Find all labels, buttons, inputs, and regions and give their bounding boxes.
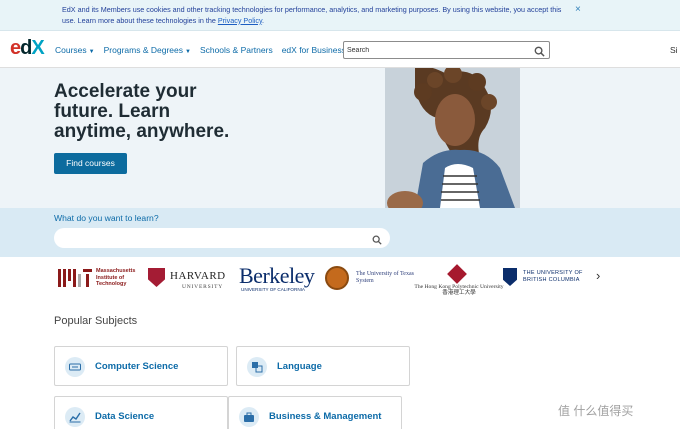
hero-photo bbox=[385, 68, 520, 208]
privacy-policy-link[interactable]: Privacy Policy bbox=[218, 16, 262, 25]
chevron-down-icon: ▼ bbox=[184, 49, 191, 55]
nav-courses-label: Courses bbox=[55, 45, 87, 55]
learn-search[interactable] bbox=[54, 228, 390, 248]
find-courses-button[interactable]: Find courses bbox=[54, 153, 127, 174]
hero-title: Accelerate your future. Learn anytime, a… bbox=[54, 82, 254, 142]
ubc-crest-icon bbox=[503, 268, 517, 286]
harvard-name: HARVARD bbox=[170, 270, 226, 282]
texas-seal-icon bbox=[325, 266, 349, 290]
chart-icon bbox=[65, 407, 85, 427]
edx-homepage: EdX and its Members use cookies and othe… bbox=[0, 0, 680, 429]
chevron-right-icon[interactable]: › bbox=[596, 268, 600, 283]
hero-section: Accelerate your future. Learn anytime, a… bbox=[0, 68, 680, 208]
subject-card-business-management[interactable]: Business & Management bbox=[228, 396, 402, 429]
berkeley-sub: UNIVERSITY OF CALIFORNIA bbox=[241, 287, 305, 292]
popular-subjects-title: Popular Subjects bbox=[54, 315, 138, 327]
ubc-text: THE UNIVERSITY OF BRITISH COLUMBIA bbox=[523, 270, 583, 283]
cookie-banner: EdX and its Members use cookies and othe… bbox=[0, 0, 680, 31]
nav-programs-label: Programs & Degrees bbox=[103, 45, 183, 55]
nav-schools-partners[interactable]: Schools & Partners bbox=[200, 45, 273, 55]
subject-card-data-science[interactable]: Data Science bbox=[54, 396, 228, 429]
mit-mark bbox=[58, 269, 92, 287]
chevron-down-icon: ▼ bbox=[88, 49, 95, 55]
hero-title-line: future. Learn bbox=[54, 101, 171, 122]
texas-text: The University of Texas System bbox=[356, 271, 414, 284]
watermark: 值 什么值得买 bbox=[558, 404, 634, 418]
header-search[interactable] bbox=[343, 41, 550, 59]
nav-courses[interactable]: Courses ▼ bbox=[55, 45, 95, 55]
sign-in-link[interactable]: Si bbox=[670, 45, 678, 55]
main-nav: Courses ▼ Programs & Degrees ▼ Schools & P… bbox=[55, 45, 355, 55]
subject-label: Computer Science bbox=[95, 361, 179, 372]
learn-search-input[interactable] bbox=[64, 232, 364, 244]
site-header: edX Courses ▼ Programs & Degrees ▼ Schools… bbox=[0, 31, 680, 68]
mit-text: Massachusetts Institute of Technology bbox=[96, 268, 136, 287]
hero-title-line: Accelerate your bbox=[54, 81, 197, 102]
header-search-input[interactable] bbox=[347, 44, 527, 56]
translate-icon bbox=[247, 357, 267, 377]
nav-programs[interactable]: Programs & Degrees ▼ bbox=[104, 45, 191, 55]
close-icon[interactable]: × bbox=[575, 4, 581, 15]
subject-label: Business & Management bbox=[269, 411, 382, 422]
briefcase-icon bbox=[239, 407, 259, 427]
learn-search-label: What do you want to learn? bbox=[54, 213, 159, 223]
logo-letter-d: d bbox=[20, 37, 32, 59]
polyu-mark-icon bbox=[447, 264, 467, 284]
cookie-message: EdX and its Members use cookies and othe… bbox=[62, 5, 562, 25]
search-icon[interactable] bbox=[372, 232, 382, 250]
harvard-sub: UNIVERSITY bbox=[182, 284, 223, 290]
subject-label: Data Science bbox=[95, 411, 155, 422]
keyboard-icon bbox=[65, 357, 85, 377]
subject-card-computer-science[interactable]: Computer Science bbox=[54, 346, 228, 386]
subject-card-language[interactable]: Language bbox=[236, 346, 410, 386]
nav-edx-business[interactable]: edX for Business bbox=[282, 45, 346, 55]
polyu-text: The Hong Kong Polytechnic University 香港理… bbox=[414, 284, 504, 297]
learn-search-band: What do you want to learn? bbox=[0, 208, 680, 257]
edx-logo[interactable]: edX bbox=[10, 37, 45, 60]
partner-logos: Massachusetts Institute of Technology HA… bbox=[0, 257, 680, 302]
cookie-suffix: . bbox=[262, 15, 265, 25]
berkeley-name: Berkeley bbox=[239, 263, 315, 288]
subject-label: Language bbox=[277, 361, 322, 372]
logo-letter-x: X bbox=[31, 37, 44, 59]
hero-title-line: anytime, anywhere. bbox=[54, 121, 230, 142]
logo-letter-e: e bbox=[10, 37, 21, 59]
cookie-text: EdX and its Members use cookies and othe… bbox=[62, 5, 562, 26]
search-icon[interactable] bbox=[534, 44, 545, 62]
